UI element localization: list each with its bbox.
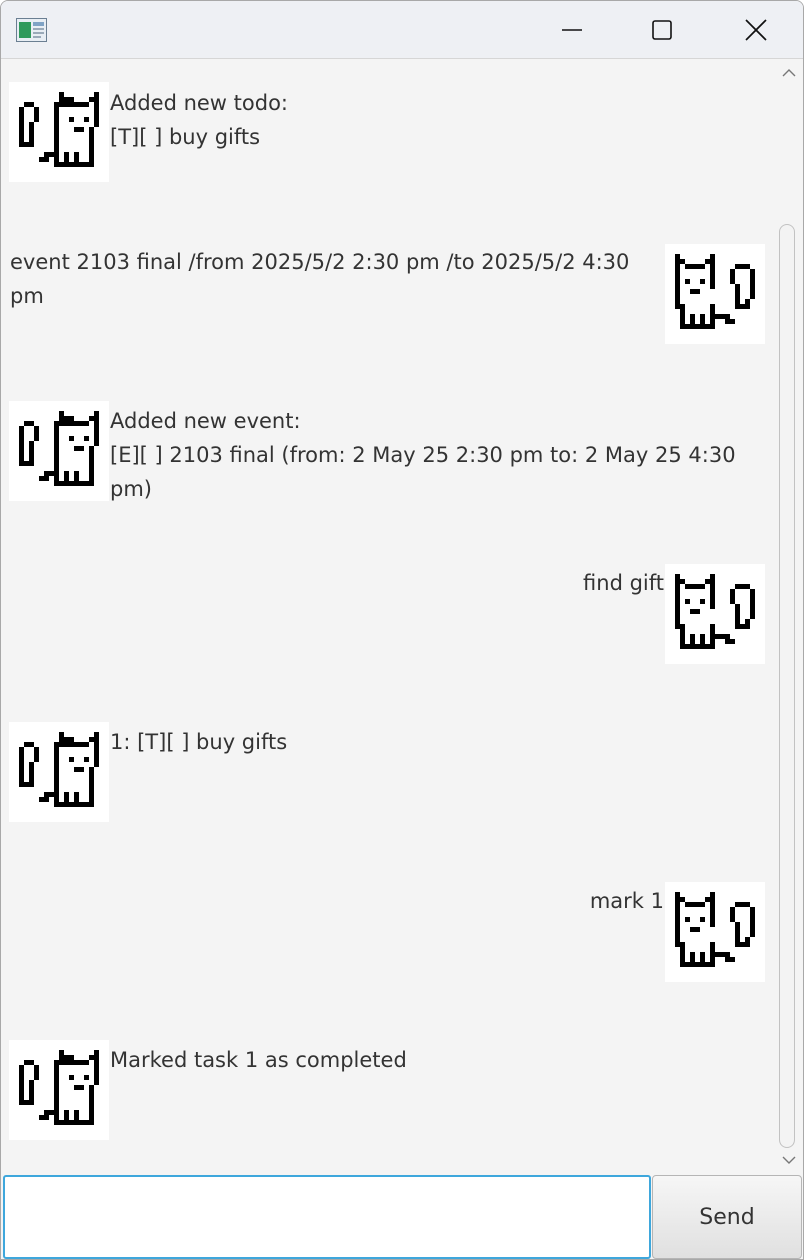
- bot-avatar: [9, 722, 109, 822]
- cat-avatar-icon: [675, 892, 755, 967]
- message-line: pm): [110, 477, 152, 501]
- vertical-scrollbar[interactable]: [777, 60, 801, 1172]
- message-line: Added new event:: [110, 409, 301, 433]
- bot-avatar: [9, 1040, 109, 1140]
- cat-avatar-icon: [675, 254, 755, 329]
- scroll-down-button[interactable]: [777, 1150, 801, 1170]
- chat-scroll-area[interactable]: Added new todo: [T][ ] buy gifts event 2…: [4, 60, 777, 1172]
- message-line: mark 1: [589, 889, 664, 913]
- message-line: pm: [10, 284, 44, 308]
- scroll-up-button[interactable]: [777, 62, 801, 82]
- message-line: find gift: [583, 571, 664, 595]
- chevron-up-icon: [782, 68, 796, 76]
- bot-avatar: [9, 82, 109, 182]
- message-line: 1: [T][ ] buy gifts: [110, 730, 288, 754]
- scrollbar-thumb[interactable]: [779, 224, 795, 1148]
- user-message: event 2103 final /from 2025/5/2 2:30 pm …: [10, 245, 650, 313]
- bot-message: Added new event: [E][ ] 2103 final (from…: [110, 404, 736, 506]
- app-window-icon: [16, 18, 47, 42]
- user-message: mark 1: [590, 884, 664, 918]
- input-bar: Send: [1, 1172, 803, 1259]
- bot-message: 1: [T][ ] buy gifts: [110, 725, 287, 759]
- message-line: Added new todo:: [110, 91, 288, 115]
- bot-avatar: [9, 401, 109, 501]
- maximize-button[interactable]: [616, 1, 708, 59]
- user-message: find gift: [583, 566, 664, 600]
- user-avatar: [665, 244, 765, 344]
- cat-with-bow-avatar-icon: [19, 92, 99, 167]
- message-input[interactable]: [3, 1175, 651, 1259]
- user-avatar: [665, 564, 765, 664]
- chevron-down-icon: [782, 1156, 796, 1164]
- user-avatar: [665, 882, 765, 982]
- title-bar[interactable]: [1, 1, 803, 59]
- cat-with-bow-avatar-icon: [19, 1050, 99, 1125]
- message-line: [T][ ] buy gifts: [110, 125, 261, 149]
- cat-with-bow-avatar-icon: [19, 732, 99, 807]
- bot-message: Added new todo: [T][ ] buy gifts: [110, 86, 288, 154]
- minimize-button[interactable]: [526, 1, 618, 59]
- message-line: Marked task 1 as completed: [110, 1048, 407, 1072]
- cat-with-bow-avatar-icon: [19, 411, 99, 486]
- close-button[interactable]: [710, 1, 802, 59]
- cat-avatar-icon: [675, 574, 755, 649]
- maximize-icon: [652, 20, 672, 40]
- message-line: event 2103 final /from 2025/5/2 2:30 pm …: [10, 250, 630, 274]
- minimize-icon: [562, 29, 582, 31]
- close-icon: [745, 19, 767, 41]
- send-button[interactable]: Send: [652, 1175, 802, 1259]
- app-window: Added new todo: [T][ ] buy gifts event 2…: [0, 0, 804, 1260]
- message-line: [E][ ] 2103 final (from: 2 May 25 2:30 p…: [110, 443, 736, 467]
- bot-message: Marked task 1 as completed: [110, 1043, 407, 1077]
